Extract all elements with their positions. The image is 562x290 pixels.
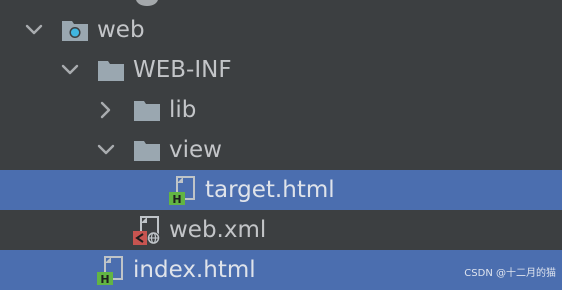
chevron-down-icon[interactable] [96, 140, 116, 160]
partial-icon-top [136, 0, 158, 6]
tree-item-lib[interactable]: lib [0, 90, 562, 130]
tree-item-web-xml[interactable]: web.xml [0, 210, 562, 250]
tree-item-label: web.xml [169, 217, 267, 243]
folder-icon [134, 141, 160, 161]
tree-item-target-html[interactable]: H target.html [0, 170, 562, 210]
watermark: CSDN @十二月的猫 [464, 268, 556, 279]
html-file-icon: H [97, 256, 123, 285]
svg-text:H: H [172, 193, 181, 205]
tree-item-label: index.html [133, 257, 256, 283]
tree-item-view[interactable]: view [0, 130, 562, 170]
tree-item-web[interactable]: web [0, 10, 562, 50]
tree-item-label: web [97, 17, 145, 43]
tree-item-label: lib [169, 97, 197, 123]
chevron-down-icon[interactable] [24, 20, 44, 40]
folder-icon [134, 101, 160, 121]
chevron-down-icon[interactable] [60, 60, 80, 80]
xml-file-icon [133, 216, 160, 245]
folder-icon [98, 61, 124, 81]
tree-item-label: WEB-INF [133, 57, 232, 83]
tree-item-label: target.html [205, 177, 335, 203]
html-file-icon: H [169, 176, 195, 205]
tree-item-web-inf[interactable]: WEB-INF [0, 50, 562, 90]
chevron-right-icon[interactable] [96, 100, 116, 120]
svg-text:H: H [100, 273, 109, 285]
tree-item-label: view [169, 137, 222, 163]
web-folder-icon [62, 21, 88, 41]
